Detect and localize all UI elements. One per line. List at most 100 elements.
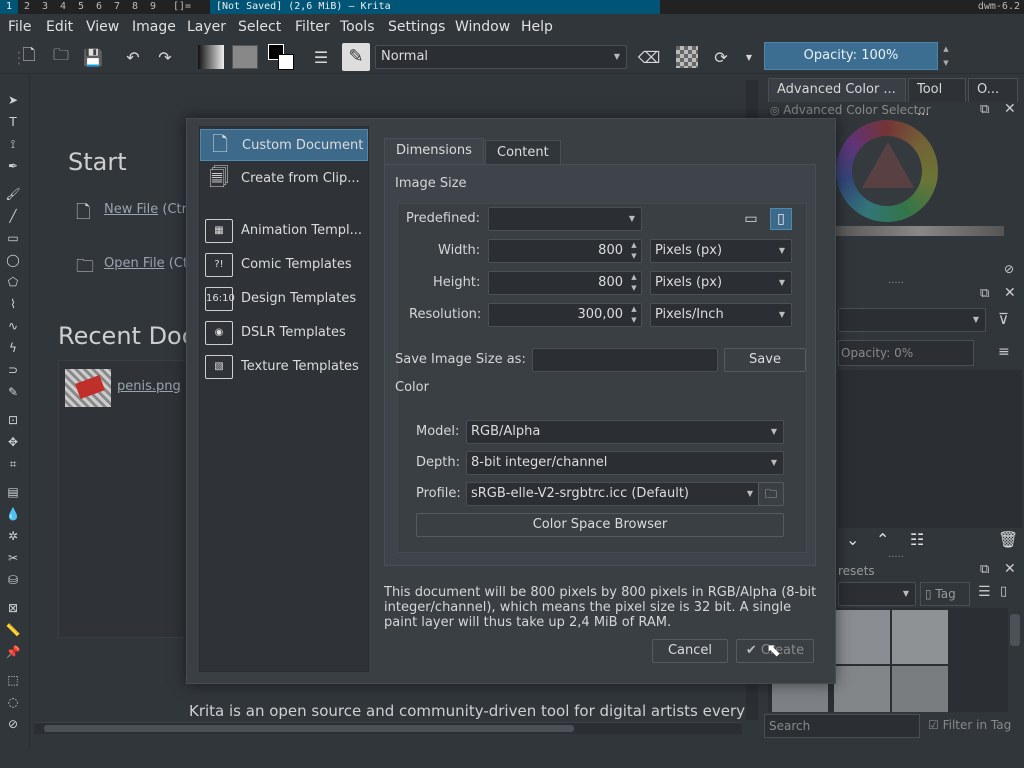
menu-item-window[interactable]: Window [455, 14, 510, 40]
menu-item-image[interactable]: Image [132, 14, 176, 40]
rectangular-selection-icon[interactable]: ⬚ [5, 672, 21, 688]
menu-item-filter[interactable]: Filter [295, 14, 330, 40]
template-item[interactable]: 🗐 Create from Clip... [200, 163, 368, 195]
horizontal-scrollbar[interactable] [34, 722, 742, 734]
spin-icon[interactable]: ▲ ▼ [627, 240, 641, 262]
calligraphy-icon[interactable]: ✒ [5, 158, 21, 174]
reference-images-icon[interactable]: 📌 [5, 644, 21, 660]
layer-blend-select[interactable]: ▼ [838, 308, 986, 332]
transform-icon[interactable]: ⊡ [5, 412, 21, 428]
measure-icon[interactable]: 📏 [5, 622, 21, 638]
alpha-lock-icon[interactable] [676, 46, 698, 68]
template-item[interactable]: 🗋 Custom Document [200, 129, 368, 161]
blend-mode-select[interactable]: Normal ▼ [375, 45, 627, 69]
brush-preset-thumb[interactable] [892, 666, 948, 712]
fg-bg-color-icon[interactable] [268, 44, 296, 72]
open-file-link[interactable]: Open File (Ct [104, 256, 188, 271]
tab-content[interactable]: Content [485, 140, 561, 166]
color-wheel[interactable] [836, 120, 938, 222]
new-file-icon[interactable]: 🗋 [76, 200, 90, 230]
polygonal-selection-icon[interactable]: ⊘ [5, 716, 21, 732]
fill-icon[interactable]: ⛁ [5, 572, 21, 588]
docker-tab[interactable]: Advanced Color ... [768, 78, 906, 102]
recent-file-link[interactable]: penis.png [117, 379, 181, 394]
edit-shapes-icon[interactable]: ⟟ [5, 136, 21, 152]
pattern-swatch[interactable] [232, 45, 258, 69]
save-icon[interactable]: 💾 [82, 46, 104, 68]
reload-preset-icon[interactable]: ⟳ [710, 46, 732, 68]
gradient-icon[interactable]: ▤ [5, 484, 21, 500]
move-layer-down-icon[interactable]: ⌄ [846, 530, 859, 549]
filter-icon[interactable]: ⊽ [998, 310, 1009, 328]
template-item[interactable]: 16:10 Design Templates [200, 283, 368, 315]
menu-item-help[interactable]: Help [521, 14, 553, 40]
open-file-icon[interactable]: 🗀 [76, 254, 94, 284]
crop-icon[interactable]: ⌗ [5, 456, 21, 472]
ellipse-icon[interactable]: ◯ [5, 252, 21, 268]
bezier-icon[interactable]: ∿ [5, 318, 21, 334]
storage-icon[interactable]: ▯ [1000, 584, 1007, 599]
dwm-tag[interactable]: 9 [144, 0, 162, 14]
presets-scrollbar[interactable] [1010, 614, 1020, 646]
menu-icon[interactable]: ≡ [998, 344, 1010, 360]
multibrush-icon[interactable]: ✎ [5, 384, 21, 400]
landscape-icon[interactable]: ▭ [740, 208, 762, 230]
delete-layer-icon[interactable]: 🗑 [998, 530, 1018, 549]
float-docker-icon[interactable]: ⧉ [980, 102, 989, 117]
filter-in-tag-checkbox[interactable]: ☑ Filter in Tag [928, 718, 1011, 732]
splitter-handle-icon[interactable]: ····· [888, 278, 904, 289]
recent-file-thumbnail[interactable] [65, 369, 111, 407]
save-size-input[interactable] [532, 348, 718, 372]
eraser-icon[interactable]: ⌫ [638, 46, 661, 68]
template-item[interactable]: ◉ DSLR Templates [200, 317, 368, 349]
brush-preset-thumb[interactable] [834, 610, 890, 664]
template-item[interactable]: ▧ Texture Templates [200, 351, 368, 383]
dwm-tag[interactable]: 2 [18, 0, 36, 14]
dwm-tag[interactable]: 4 [54, 0, 72, 14]
new-file-label[interactable]: New File [104, 202, 158, 217]
tab-dimensions[interactable]: Dimensions [384, 138, 484, 164]
brush-preset-icon[interactable]: ✎ [342, 43, 370, 71]
dynamic-brush-icon[interactable]: ⊃ [5, 362, 21, 378]
menu-item-settings[interactable]: Settings [388, 14, 445, 40]
color-space-browser-button[interactable]: Color Space Browser [416, 513, 784, 537]
dwm-tag[interactable]: 3 [36, 0, 54, 14]
spin-icon[interactable]: ▲ ▼ [627, 304, 641, 326]
menu-item-edit[interactable]: Edit [46, 14, 73, 40]
rectangle-icon[interactable]: ▭ [5, 230, 21, 246]
predefined-select[interactable]: ▼ [488, 207, 642, 231]
scrollbar-thumb[interactable] [44, 725, 574, 732]
move-icon[interactable]: ✥ [5, 434, 21, 450]
freehand-brush-icon[interactable]: 🖌 [5, 186, 21, 202]
docker-tab[interactable]: O... [968, 78, 1018, 102]
width-unit-select[interactable]: Pixels (px) ▼ [650, 239, 792, 263]
browse-profile-folder-icon[interactable]: 🗀 [758, 482, 784, 506]
redo-icon[interactable]: ↷ [154, 46, 176, 68]
profile-select[interactable]: sRGB-elle-V2-srgbtrc.icc (Default) ▼ [466, 482, 760, 506]
resolution-input[interactable]: 300,00 ▲ ▼ [488, 303, 642, 327]
open-folder-icon[interactable]: 🗀 [50, 45, 72, 68]
dwm-tag[interactable]: 1 [0, 0, 18, 14]
height-input[interactable]: 800 ▲ ▼ [488, 271, 642, 295]
portrait-icon[interactable]: ▯ [770, 208, 792, 230]
open-file-label[interactable]: Open File [104, 256, 165, 271]
depth-select[interactable]: 8-bit integer/channel ▼ [466, 451, 784, 475]
list-view-icon[interactable]: ☰ [978, 584, 991, 600]
dwm-tag[interactable]: 7 [108, 0, 126, 14]
float-docker-icon[interactable]: ⧉ [980, 286, 989, 301]
smart-patch-icon[interactable]: ✂ [5, 550, 21, 566]
color-gradient-strip[interactable] [834, 226, 1004, 236]
dwm-tag[interactable]: 8 [126, 0, 144, 14]
brush-preset-thumb[interactable] [892, 610, 948, 664]
opacity-spin-icon[interactable]: ▲ ▼ [940, 42, 952, 70]
freehand-path-icon[interactable]: ϟ [5, 340, 21, 356]
template-item[interactable]: ?! Comic Templates [200, 249, 368, 281]
layers-list[interactable] [838, 370, 1022, 528]
move-layer-up-icon[interactable]: ⌃ [876, 530, 889, 549]
brush-preset-thumb[interactable] [834, 666, 890, 712]
select-shapes-icon[interactable]: ➤ [5, 92, 21, 108]
save-size-button[interactable]: Save [724, 348, 806, 372]
menu-item-layer[interactable]: Layer [187, 14, 226, 40]
colorize-mask-icon[interactable]: ✲ [5, 528, 21, 544]
resolution-unit-select[interactable]: Pixels/Inch ▼ [650, 303, 792, 327]
